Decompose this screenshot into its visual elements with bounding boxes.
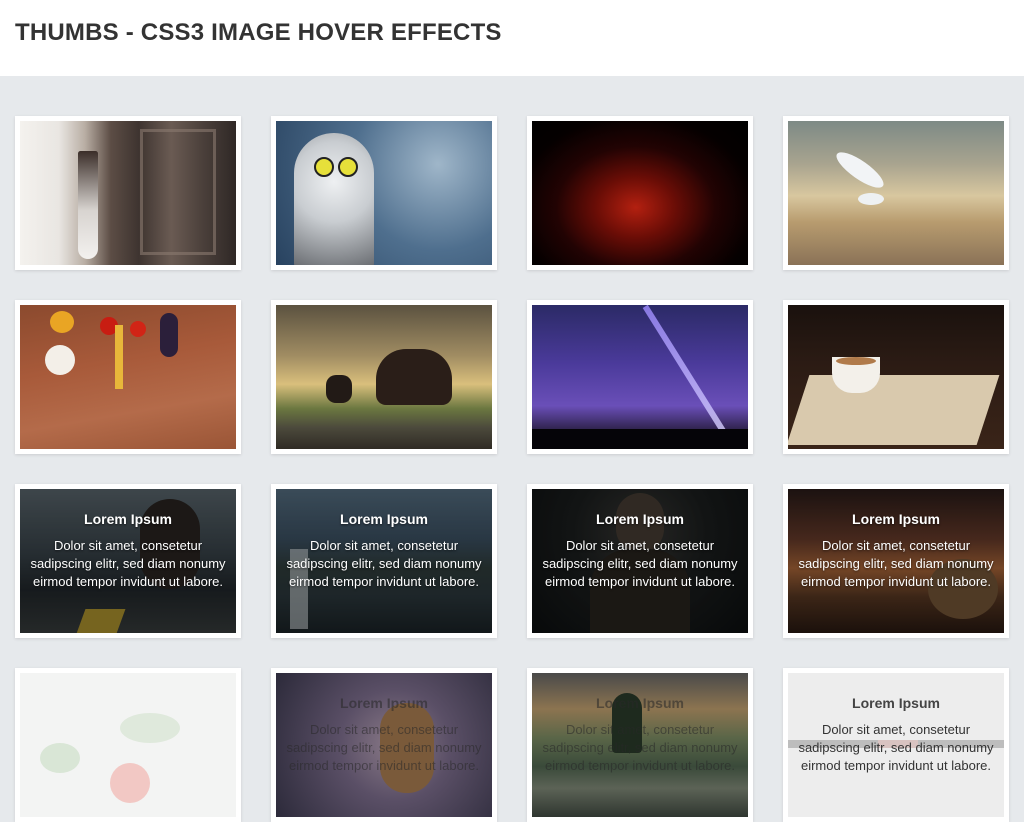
image-caption: Lorem Ipsum Dolor sit amet, consetetur s…	[532, 489, 748, 633]
waterfall-landscape-image: Lorem Ipsum Dolor sit amet, consetetur s…	[276, 489, 492, 633]
image-caption: Lorem Ipsum Dolor sit amet, consetetur s…	[20, 489, 236, 633]
thumbnail-card[interactable]	[15, 668, 241, 822]
seagull-over-lake-image	[788, 121, 1004, 265]
mountain-lake-island-image: Lorem Ipsum Dolor sit amet, consetetur s…	[532, 673, 748, 817]
thumbnail-card[interactable]	[783, 116, 1009, 270]
cats-at-sunset-image	[276, 305, 492, 449]
caption-text: Dolor sit amet, consetetur sadipscing el…	[286, 722, 482, 773]
caption-title: Lorem Ipsum	[596, 511, 684, 527]
thumbnail-card[interactable]	[271, 116, 497, 270]
caption-title: Lorem Ipsum	[84, 511, 172, 527]
image-caption: Lorem Ipsum Dolor sit amet, consetetur s…	[276, 489, 492, 633]
thumbnail-card[interactable]	[527, 116, 753, 270]
image-caption: Lorem Ipsum Dolor sit amet, consetetur s…	[788, 673, 1004, 817]
caption-text: Dolor sit amet, consetetur sadipscing el…	[30, 538, 226, 589]
caption-text: Dolor sit amet, consetetur sadipscing el…	[798, 722, 994, 773]
tomatoes-splash-image	[20, 673, 236, 817]
thumbnail-card[interactable]: Lorem Ipsum Dolor sit amet, consetetur s…	[783, 668, 1009, 822]
caption-text: Dolor sit amet, consetetur sadipscing el…	[542, 538, 738, 589]
thumbnail-card[interactable]: Lorem Ipsum Dolor sit amet, consetetur s…	[527, 484, 753, 638]
vegetables-on-wood-image	[20, 305, 236, 449]
thumbnail-card[interactable]	[271, 300, 497, 454]
red-flower-image: Lorem Ipsum Dolor sit amet, consetetur s…	[788, 673, 1004, 817]
caption-text: Dolor sit amet, consetetur sadipscing el…	[286, 538, 482, 589]
caption-text: Dolor sit amet, consetetur sadipscing el…	[542, 722, 738, 773]
purple-night-sky-image	[532, 305, 748, 449]
bald-man-portrait-image: Lorem Ipsum Dolor sit amet, consetetur s…	[532, 489, 748, 633]
thumbnail-card[interactable]	[783, 300, 1009, 454]
caption-title: Lorem Ipsum	[852, 511, 940, 527]
thumbnail-card[interactable]	[527, 300, 753, 454]
bride-at-window-image	[20, 121, 236, 265]
thumbnail-grid: Lorem Ipsum Dolor sit amet, consetetur s…	[0, 0, 1024, 822]
thumbnail-card[interactable]	[15, 116, 241, 270]
image-caption: Lorem Ipsum Dolor sit amet, consetetur s…	[788, 489, 1004, 633]
image-caption: Lorem Ipsum Dolor sit amet, consetetur s…	[532, 673, 748, 817]
thumbnail-card[interactable]: Lorem Ipsum Dolor sit amet, consetetur s…	[271, 668, 497, 822]
snowy-owl-image	[276, 121, 492, 265]
caption-title: Lorem Ipsum	[340, 511, 428, 527]
owl-on-branch-image: Lorem Ipsum Dolor sit amet, consetetur s…	[276, 673, 492, 817]
caption-text: Dolor sit amet, consetetur sadipscing el…	[798, 538, 994, 589]
hay-bale-sunset-image: Lorem Ipsum Dolor sit amet, consetetur s…	[788, 489, 1004, 633]
caption-title: Lorem Ipsum	[596, 695, 684, 711]
thumbnail-card[interactable]: Lorem Ipsum Dolor sit amet, consetetur s…	[15, 484, 241, 638]
thumbnail-card[interactable]: Lorem Ipsum Dolor sit amet, consetetur s…	[271, 484, 497, 638]
thumbnail-card[interactable]: Lorem Ipsum Dolor sit amet, consetetur s…	[527, 668, 753, 822]
image-caption: Lorem Ipsum Dolor sit amet, consetetur s…	[276, 673, 492, 817]
runner-tying-shoe-image: Lorem Ipsum Dolor sit amet, consetetur s…	[20, 489, 236, 633]
thumbnail-card[interactable]	[15, 300, 241, 454]
coffee-cup-tray-image	[788, 305, 1004, 449]
red-space-nebula-image	[532, 121, 748, 265]
thumbnail-card[interactable]: Lorem Ipsum Dolor sit amet, consetetur s…	[783, 484, 1009, 638]
caption-title: Lorem Ipsum	[852, 695, 940, 711]
caption-title: Lorem Ipsum	[340, 695, 428, 711]
